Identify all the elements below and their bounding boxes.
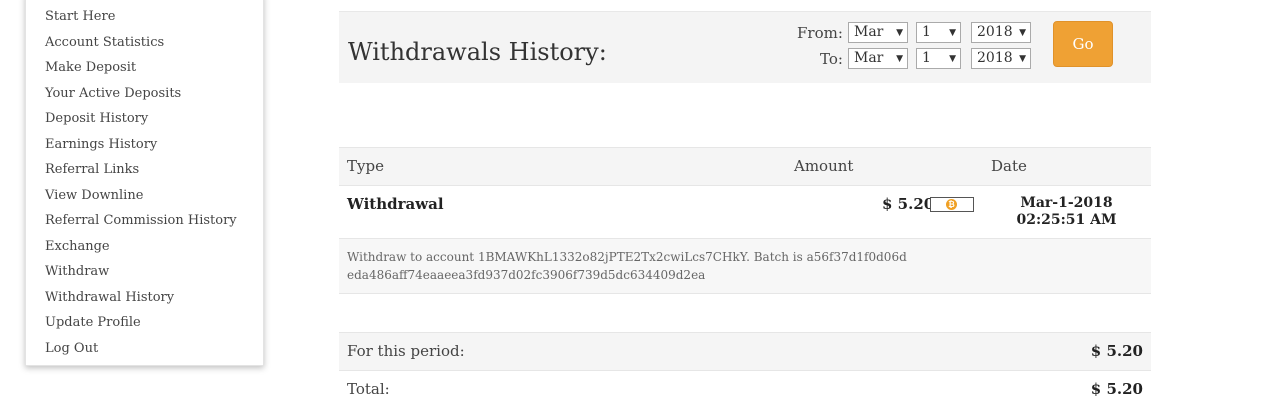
from-year-select[interactable]: 2018 ▼ xyxy=(971,22,1031,43)
to-day-select[interactable]: 1 ▼ xyxy=(916,48,961,69)
total-value: $ 5.20 xyxy=(1090,380,1143,398)
total-label: Total: xyxy=(347,380,390,398)
chevron-down-icon: ▼ xyxy=(1019,54,1026,64)
sidebar-item-referral-links[interactable]: Referral Links xyxy=(45,162,139,178)
chevron-down-icon: ▼ xyxy=(1019,28,1026,38)
sidebar-item-update-profile[interactable]: Update Profile xyxy=(45,315,141,331)
table-row: Withdrawal $ 5.20 ₿ Mar-1-2018 02:25:51 … xyxy=(339,186,1151,239)
sidebar-item-view-downline[interactable]: View Downline xyxy=(45,188,143,204)
chevron-down-icon: ▼ xyxy=(949,28,956,38)
column-header-amount: Amount xyxy=(794,157,854,175)
sidebar-item-earnings-history[interactable]: Earnings History xyxy=(45,137,157,153)
sidebar-item-start-here[interactable]: Start Here xyxy=(45,9,115,25)
sidebar-item-active-deposits[interactable]: Your Active Deposits xyxy=(45,86,181,102)
table-header: Type Amount Date xyxy=(339,147,1151,186)
row-date: Mar-1-2018 02:25:51 AM xyxy=(1016,195,1117,228)
chevron-down-icon: ▼ xyxy=(896,28,903,38)
row-type: Withdrawal xyxy=(347,195,444,213)
from-label: From: xyxy=(797,24,843,42)
chevron-down-icon: ▼ xyxy=(949,54,956,64)
sidebar-item-withdrawal-history[interactable]: Withdrawal History xyxy=(45,290,174,306)
sidebar-item-exchange[interactable]: Exchange xyxy=(45,239,110,255)
sidebar-item-deposit-history[interactable]: Deposit History xyxy=(45,111,148,127)
withdrawal-description: Withdraw to account 1BMAWKhL1332o82jPTE2… xyxy=(347,250,907,282)
period-label: For this period: xyxy=(347,342,465,360)
sidebar-item-make-deposit[interactable]: Make Deposit xyxy=(45,60,136,76)
chevron-down-icon: ▼ xyxy=(896,54,903,64)
period-summary-row: For this period: $ 5.20 xyxy=(339,332,1151,370)
to-year-value: 2018 xyxy=(977,50,1013,66)
column-header-date: Date xyxy=(991,157,1027,175)
account-sidebar: Start Here Account Statistics Make Depos… xyxy=(25,0,264,366)
from-day-select[interactable]: 1 ▼ xyxy=(916,22,961,43)
to-label: To: xyxy=(820,50,843,68)
total-summary-row: Total: $ 5.20 xyxy=(339,370,1151,408)
row-amount: $ 5.20 xyxy=(882,195,935,213)
currency-badge: ₿ xyxy=(930,197,974,212)
from-month-select[interactable]: Mar ▼ xyxy=(848,22,908,43)
from-year-value: 2018 xyxy=(977,24,1013,40)
sidebar-item-withdraw[interactable]: Withdraw xyxy=(45,264,109,280)
bitcoin-icon: ₿ xyxy=(946,199,957,210)
to-year-select[interactable]: 2018 ▼ xyxy=(971,48,1031,69)
sidebar-item-referral-commission-history[interactable]: Referral Commission History xyxy=(45,213,237,229)
to-month-select[interactable]: Mar ▼ xyxy=(848,48,908,69)
to-day-value: 1 xyxy=(922,50,931,66)
sidebar-item-log-out[interactable]: Log Out xyxy=(45,341,98,357)
from-day-value: 1 xyxy=(922,24,931,40)
period-value: $ 5.20 xyxy=(1090,342,1143,360)
column-header-type: Type xyxy=(347,157,384,175)
from-month-value: Mar xyxy=(854,24,884,40)
page-title: Withdrawals History: xyxy=(348,38,607,66)
sidebar-item-account-statistics[interactable]: Account Statistics xyxy=(45,35,164,51)
history-header: Withdrawals History: From: Mar ▼ 1 ▼ 201… xyxy=(339,11,1151,83)
go-button[interactable]: Go xyxy=(1053,21,1113,67)
to-month-value: Mar xyxy=(854,50,884,66)
main-content: Withdrawals History: From: Mar ▼ 1 ▼ 201… xyxy=(339,0,1151,418)
table-row-description: Withdraw to account 1BMAWKhL1332o82jPTE2… xyxy=(339,239,1151,294)
